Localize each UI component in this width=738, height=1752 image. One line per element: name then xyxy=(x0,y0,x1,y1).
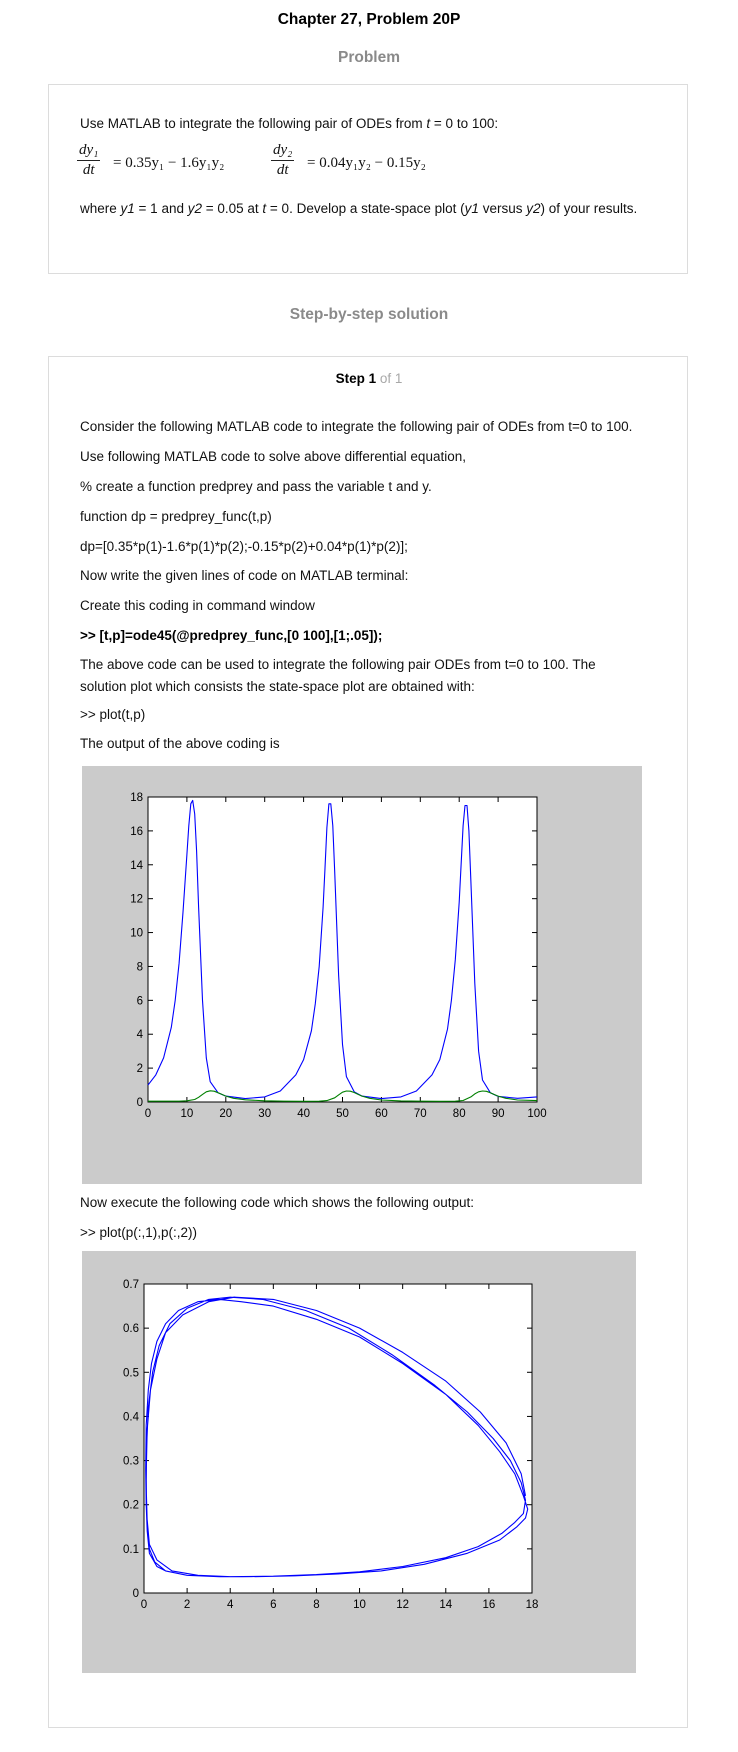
x-tick-label: 30 xyxy=(258,1108,271,1120)
eq1-rhs: = 0.35y₁ − 1.6y₁y₂ xyxy=(113,155,225,171)
matlab-command: >> [t,p]=ode45(@predprey_func,[0 100],[1… xyxy=(80,628,383,643)
step-header: Step 1 of 1 xyxy=(335,371,403,386)
eq2-fraction: dy₂ dt xyxy=(271,142,295,178)
solution-line: The output of the above coding is xyxy=(80,736,280,751)
x-tick-label: 50 xyxy=(336,1108,349,1120)
y-tick-label: 12 xyxy=(130,894,143,906)
y-tick-label: 0.6 xyxy=(123,1323,139,1335)
eq1-fraction: dy₁ dt xyxy=(77,142,101,178)
y-tick-label: 4 xyxy=(137,1029,144,1041)
y-tick-label: 0.1 xyxy=(123,1544,139,1556)
solution-line: Consider the following MATLAB code to in… xyxy=(80,419,633,434)
time-series-figure: 0 10 20 30 40 50 60 70 80 90 100 0 2 4 6 8 10 12 14 16 18 xyxy=(82,766,642,1184)
problem-section-label: Problem xyxy=(337,49,400,66)
x-tick-label: 60 xyxy=(375,1108,388,1120)
x-tick-label: 100 xyxy=(527,1108,546,1120)
x-tick-label: 20 xyxy=(219,1108,232,1120)
solution-line: dp=[0.35*p(1)-1.6*p(1)*p(2);-0.15*p(2)+0… xyxy=(80,539,408,554)
x-tick-label: 80 xyxy=(453,1108,466,1120)
x-tick-label: 4 xyxy=(227,1599,234,1611)
y-tick-label: 0.3 xyxy=(123,1456,139,1468)
problem-card: Use MATLAB to integrate the following pa… xyxy=(48,84,688,274)
solution-line: >> plot(t,p) xyxy=(80,707,146,722)
plot-area xyxy=(143,1283,533,1594)
solution-line: >> plot(p(:,1),p(:,2)) xyxy=(80,1225,198,1240)
x-tick-label: 70 xyxy=(414,1108,427,1120)
x-tick-label: 10 xyxy=(181,1108,194,1120)
y-tick-label: 18 xyxy=(130,792,143,804)
ode-equations: dy₁ dt = 0.35y₁ − 1.6y₁y₂ dy₂ dt = 0.04y… xyxy=(77,141,457,193)
y-tick-label: 0.4 xyxy=(123,1411,140,1423)
x-tick-label: 2 xyxy=(184,1599,190,1611)
state-space-figure: 0 2 4 6 8 10 12 14 16 18 0 0.1 0.2 0.3 0.4 0.5 0.6 0.7 xyxy=(82,1251,636,1673)
solution-line: % create a function predprey and pass th… xyxy=(80,479,432,494)
solution-card: Step 1 of 1 Consider the following MATLA… xyxy=(48,356,688,1728)
x-tick-label: 40 xyxy=(297,1108,310,1120)
state-space-plot: 0 2 4 6 8 10 12 14 16 18 0 0.1 0.2 0.3 0.4 0.5 0.6 0.7 xyxy=(123,1279,539,1611)
y-tick-label: 0.7 xyxy=(123,1279,139,1291)
x-tick-label: 6 xyxy=(270,1599,276,1611)
x-tick-label: 0 xyxy=(141,1599,147,1611)
x-tick-label: 14 xyxy=(439,1599,452,1611)
problem-intro: Use MATLAB to integrate the following pa… xyxy=(80,116,499,131)
solution-line: Now execute the following code which sho… xyxy=(80,1195,474,1210)
x-tick-label: 8 xyxy=(313,1599,319,1611)
y-tick-label: 6 xyxy=(137,995,143,1007)
x-tick-label: 0 xyxy=(145,1108,151,1120)
x-tick-label: 16 xyxy=(482,1599,495,1611)
eq2-rhs: = 0.04y₁y₂ − 0.15y₂ xyxy=(307,155,426,171)
solution-section-label: Step-by-step solution xyxy=(289,306,449,323)
y-tick-label: 10 xyxy=(130,928,143,940)
y-tick-label: 14 xyxy=(130,860,143,872)
x-tick-label: 18 xyxy=(526,1599,539,1611)
y-tick-label: 16 xyxy=(130,826,143,838)
solution-line: Now write the given lines of code on MAT… xyxy=(80,568,409,583)
problem-conditions: where y1 = 1 and y2 = 0.05 at t = 0. Dev… xyxy=(80,201,638,216)
y-tick-label: 0.2 xyxy=(123,1500,139,1512)
y-tick-label: 0 xyxy=(137,1097,143,1109)
solution-line: Use following MATLAB code to solve above… xyxy=(80,449,466,464)
x-tick-label: 90 xyxy=(492,1108,505,1120)
y-tick-label: 8 xyxy=(137,961,143,973)
y-tick-label: 0.5 xyxy=(123,1367,139,1379)
solution-line: function dp = predprey_func(t,p) xyxy=(80,509,272,524)
y-tick-label: 2 xyxy=(137,1063,143,1075)
y-tick-label: 0 xyxy=(133,1588,139,1600)
time-series-plot: 0 10 20 30 40 50 60 70 80 90 100 0 2 4 6 8 10 12 14 16 18 xyxy=(130,792,546,1120)
x-tick-label: 12 xyxy=(396,1599,409,1611)
solution-line: Create this coding in command window xyxy=(80,598,315,613)
page-title: Chapter 27, Problem 20P xyxy=(277,11,461,28)
x-tick-label: 10 xyxy=(353,1599,366,1611)
solution-line: The above code can be used to integrate … xyxy=(80,657,596,694)
